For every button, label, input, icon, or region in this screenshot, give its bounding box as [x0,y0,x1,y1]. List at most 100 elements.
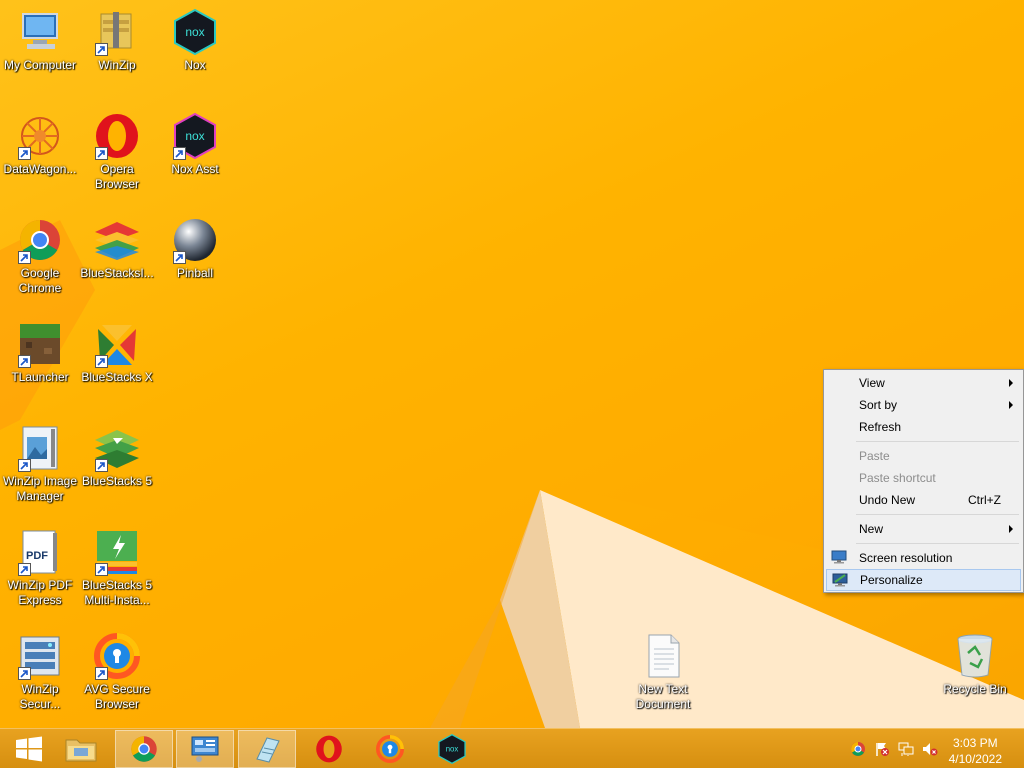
desktop-icon-label: AVG Secure Browser [84,682,150,711]
nox-taskbar-button[interactable]: nox [423,730,481,768]
desktop-icon-datawagon[interactable]: DataWagon... [0,112,80,177]
shortcut-arrow-icon [18,251,31,264]
desktop-icon-label: DataWagon... [3,162,77,176]
desktop-icon-tlauncher[interactable]: TLauncher [0,320,80,385]
shortcut-arrow-icon [173,251,186,264]
clock-date: 4/10/2022 [948,752,1002,766]
chrome-taskbar-button[interactable] [115,730,173,768]
shortcut-arrow-icon [18,147,31,160]
shortcut-arrow-icon [95,355,108,368]
file-explorer-button[interactable] [52,730,110,768]
desktop-icon-nox[interactable]: nox Nox [155,8,235,73]
taskbar-clock[interactable]: 3:03 PM 4/10/2022 [949,735,1002,767]
desktop-icon-opera[interactable]: Opera Browser [77,112,157,192]
desktop-icon-label: Nox [184,58,206,72]
desktop-icon-label: Nox Asst [171,162,219,176]
desktop-icon-my-computer[interactable]: My Computer [0,8,80,73]
avg-icon [376,735,404,763]
shortcut-arrow-icon [95,667,108,680]
menu-item-refresh[interactable]: Refresh [826,416,1021,438]
desktop-icon-label: New Text Document [635,682,691,711]
action-center-flag-icon[interactable] [874,741,890,757]
desktop-icon-label: Google Chrome [18,266,62,295]
bluestacks-icon [93,216,141,264]
menu-item-personalize[interactable]: Personalize [826,569,1021,591]
menu-item-view[interactable]: View [826,372,1021,394]
shortcut-arrow-icon [95,563,108,576]
notepad-taskbar-button[interactable] [238,730,296,768]
menu-item-label: Sort by [859,398,898,412]
chrome-icon [131,736,157,762]
desktop-icon-winzip-secure[interactable]: WinZip Secur... [0,632,80,712]
shortcut-arrow-icon [18,667,31,680]
menu-item-label: Refresh [859,420,902,434]
volume-muted-icon[interactable] [922,741,938,757]
pinball-icon [171,216,219,264]
clock-time: 3:03 PM [952,736,998,750]
menu-item-screen-resolution[interactable]: Screen resolution [826,547,1021,569]
menu-item-paste-shortcut[interactable]: Paste shortcut [826,467,1021,489]
desktop-icon-label: My Computer [3,58,77,72]
shortcut-arrow-icon [95,459,108,472]
submenu-arrow-icon [1009,401,1013,409]
menu-item-label: Undo New [859,493,916,507]
winzip-image-icon [16,424,64,472]
shortcut-arrow-icon [18,563,31,576]
svg-text:nox: nox [185,25,204,39]
menu-item-shortcut: Ctrl+Z [968,493,1001,507]
desktop-icon-winzip[interactable]: WinZip [77,8,157,73]
desktop-icon-winzip-image-manager[interactable]: WinZip Image Manager [0,424,80,504]
opera-taskbar-button[interactable] [300,730,358,768]
desktop[interactable]: My Computer WinZip nox Nox DataWagon... … [0,0,1024,728]
menu-item-label: View [859,376,885,390]
desktop-icon-label: TLauncher [11,370,69,384]
desktop-icon-google-chrome[interactable]: Google Chrome [0,216,80,296]
desktop-context-menu: View Sort by Refresh Paste Paste shortcu… [823,369,1024,593]
desktop-icon-label: Pinball [176,266,214,280]
nox-asst-icon: nox [171,112,219,160]
desktop-icon-label: BlueStacksI... [80,266,154,280]
menu-item-paste[interactable]: Paste [826,445,1021,467]
opera-icon [316,735,342,763]
desktop-icon-bluestacks-5[interactable]: BlueStacks 5 [77,424,157,489]
winzip-pdf-icon: PDF [16,528,64,576]
menu-item-label: New [859,522,884,536]
desktop-icon-new-text-document[interactable]: New Text Document [623,632,703,712]
desktop-icon-bluestacks[interactable]: BlueStacksI... [77,216,157,281]
tlauncher-icon [16,320,64,368]
nox-icon: nox [171,8,219,56]
menu-item-undo-new[interactable]: Undo New Ctrl+Z [826,489,1021,511]
avg-taskbar-button[interactable] [361,730,419,768]
menu-separator [856,514,1019,515]
svg-text:nox: nox [185,129,204,143]
winzip-secure-icon [16,632,64,680]
network-icon[interactable] [898,741,914,757]
start-button[interactable] [0,730,58,768]
desktop-icon-bluestacks-multi-instance[interactable]: BlueStacks 5 Multi-Insta... [77,528,157,608]
desktop-icon-pinball[interactable]: Pinball [155,216,235,281]
desktop-icon-label: WinZip [98,58,136,72]
recycle-bin-icon [951,632,999,680]
menu-item-label: Screen resolution [859,551,953,565]
shortcut-arrow-icon [18,355,31,368]
windows-logo-icon [16,736,42,762]
taskbar: nox 3:03 PM 4/10/2022 [0,728,1024,768]
desktop-icon-nox-asst[interactable]: nox Nox Asst [155,112,235,177]
submenu-arrow-icon [1009,379,1013,387]
tray-chrome-icon[interactable] [850,741,866,757]
desktop-icon-bluestacks-x[interactable]: BlueStacks X [77,320,157,385]
datawagon-icon [16,112,64,160]
desktop-icon-label: BlueStacks 5 Multi-Insta... [81,578,153,607]
desktop-icon-winzip-pdf-express[interactable]: PDF WinZip PDF Express [0,528,80,608]
menu-item-label: Paste shortcut [859,471,936,485]
menu-item-new[interactable]: New [826,518,1021,540]
desktop-icon-recycle-bin[interactable]: Recycle Bin [935,632,1015,697]
bluestacks-x-icon [93,320,141,368]
avg-icon [93,632,141,680]
desktop-icon-label: BlueStacks 5 [81,474,153,488]
desktop-icon-avg-secure-browser[interactable]: AVG Secure Browser [77,632,157,712]
shortcut-arrow-icon [95,147,108,160]
menu-separator [856,543,1019,544]
control-panel-taskbar-button[interactable] [176,730,234,768]
menu-item-sort-by[interactable]: Sort by [826,394,1021,416]
